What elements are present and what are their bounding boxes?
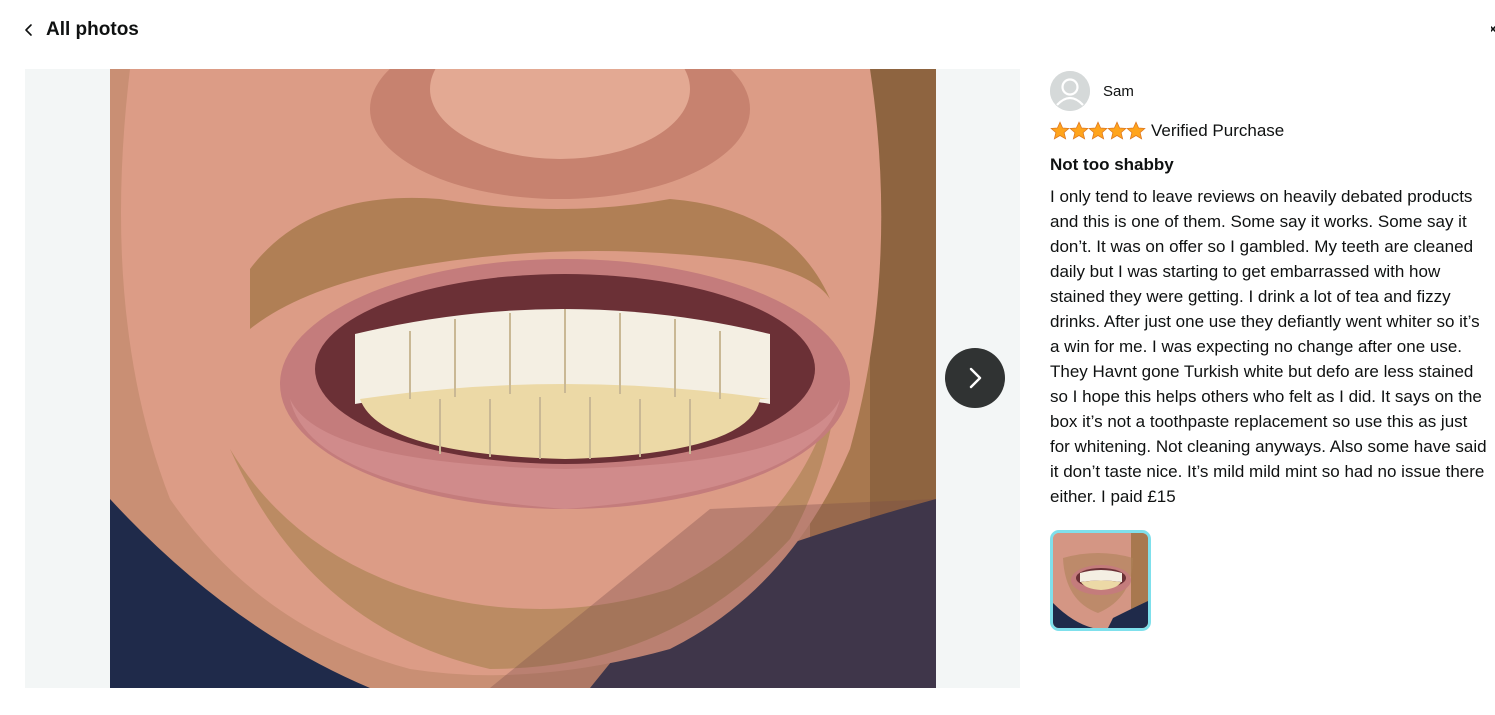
- chevron-right-icon: [969, 367, 982, 389]
- reviewer-name[interactable]: Sam: [1103, 83, 1134, 100]
- star-icon: [1069, 121, 1089, 140]
- avatar: [1050, 71, 1090, 111]
- review-photo: [110, 69, 936, 688]
- back-label: All photos: [46, 19, 139, 40]
- next-photo-button[interactable]: [945, 348, 1005, 408]
- review-body: I only tend to leave reviews on heavily …: [1050, 187, 1487, 506]
- verified-purchase-badge: Verified Purchase: [1151, 121, 1285, 140]
- star-icon: [1107, 121, 1127, 140]
- chevron-left-icon: [25, 24, 32, 36]
- star-icon: [1050, 121, 1070, 140]
- close-icon[interactable]: [1491, 19, 1495, 39]
- user-icon: [1050, 71, 1090, 111]
- review-panel: Sam Verified Purchase Not too shabby I o…: [1050, 71, 1490, 631]
- rating-row: Verified Purchase: [1050, 121, 1490, 141]
- star-rating[interactable]: [1050, 121, 1146, 141]
- star-icon: [1126, 121, 1146, 140]
- photo-viewer: [25, 69, 1020, 688]
- review-title: Not too shabby: [1050, 155, 1174, 174]
- photo-thumbnail[interactable]: [1050, 530, 1151, 631]
- reviewer: Sam: [1050, 71, 1490, 111]
- back-to-all-photos-link[interactable]: All photos: [22, 19, 139, 41]
- star-icon: [1088, 121, 1108, 140]
